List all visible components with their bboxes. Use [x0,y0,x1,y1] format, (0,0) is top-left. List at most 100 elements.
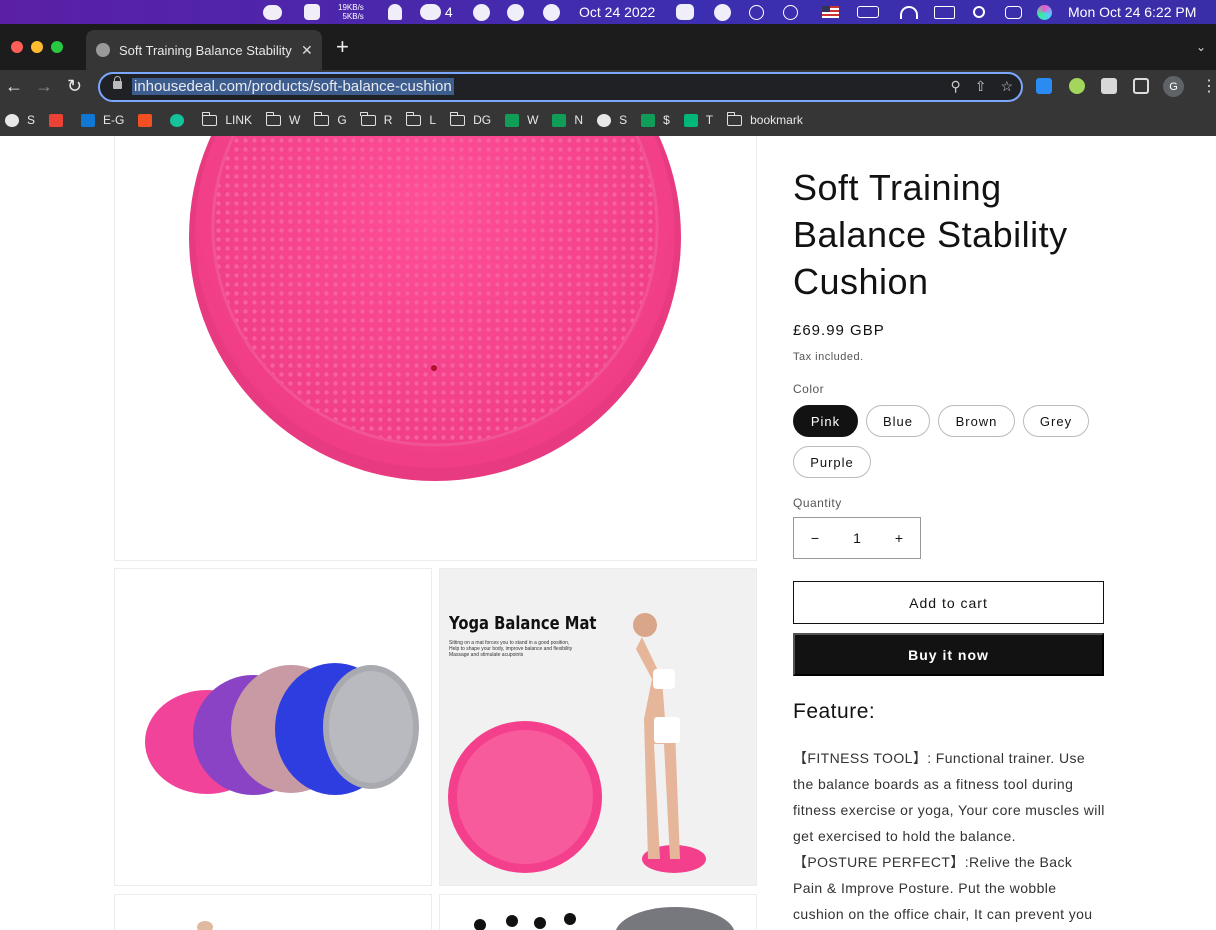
profile-avatar[interactable]: G [1163,76,1184,97]
lock-icon[interactable] [113,76,122,89]
color-option-blue[interactable]: Blue [866,405,930,437]
thumbnail-person-partial[interactable] [114,894,432,930]
quantity-input[interactable]: 1 [836,530,878,546]
navigation-arrow-icon[interactable] [543,0,560,24]
wechat-badge-count: 4 [444,4,453,20]
feature-posture-perfect: 【POSTURE PERFECT】:Relive the Back Pain &… [793,854,1093,922]
time-machine-icon[interactable] [783,0,798,24]
tab-search-chevron-icon[interactable]: ⌄ [1196,40,1206,54]
bookmark-item[interactable]: LINK [201,111,252,127]
bookmark-label: W [527,113,539,127]
share-icon[interactable]: ⇧ [975,78,987,95]
us-flag-icon[interactable] [822,0,839,24]
bookmark-item[interactable]: S [597,113,627,127]
exercise-poses-image [474,907,735,930]
keyboard-icon[interactable] [934,0,955,24]
bookmark-label: $ [663,113,670,127]
bookmark-item[interactable]: DG [449,111,492,127]
bookmark-label: DG [473,113,492,127]
yoga-woman-image [448,613,706,873]
zoom-icon[interactable]: ⚲ [950,78,960,95]
folder-icon [726,111,743,126]
tab-close-icon[interactable]: ✕ [301,42,313,59]
bookmark-item[interactable]: W [505,113,538,127]
green-extension-icon[interactable] [1069,78,1085,94]
tax-note: Tax included. [793,351,864,363]
sheets-icon [505,113,520,127]
main-product-image[interactable] [114,136,757,561]
bookmark-item[interactable]: R [360,111,392,127]
thumbnail-yoga-promo[interactable]: Yoga Balance Mat Sitting on a mat forces… [439,568,757,886]
bookmark-item[interactable]: $ [641,113,670,127]
network-upload-speed: 19KB/s [338,3,364,12]
bookmark-item[interactable]: E-G [81,113,124,127]
active-tab[interactable]: Soft Training Balance Stability Cushion … [86,30,322,70]
cat-app-icon[interactable] [304,0,320,24]
url-text[interactable]: inhousedeal.com/products/soft-balance-cu… [132,78,454,95]
bookmark-item[interactable]: T [683,113,713,127]
bookmark-item[interactable]: N [552,113,583,127]
reload-icon[interactable]: ↻ [67,76,82,96]
color-option-grey[interactable]: Grey [1023,405,1089,437]
star-icon [683,113,698,127]
bookmark-star-icon[interactable]: ☆ [1000,78,1013,95]
sheets-icon [641,113,656,127]
ghost-app-icon[interactable] [388,0,402,24]
folder-icon [265,111,282,126]
bookmark-label: E-G [103,113,125,127]
browser-menu-icon[interactable]: ⋮ [1201,76,1216,96]
globe-icon [96,43,110,57]
folder-icon [360,111,376,126]
bookmark-item[interactable]: W [265,111,301,127]
quantity-decrease-button[interactable]: − [794,530,836,546]
wechat-icon[interactable]: 4 [420,0,453,24]
bookmark-item[interactable] [170,113,192,127]
forward-arrow-icon[interactable]: → [35,76,53,96]
bookmark-item[interactable]: S [5,113,35,127]
close-window-button[interactable] [11,41,23,53]
menubar-date[interactable]: Oct 24 2022 [579,0,655,24]
wifi-icon[interactable] [900,0,918,24]
folder-icon [201,111,218,126]
bookmark-label: W [289,113,301,127]
cow-app-icon[interactable] [714,0,731,24]
play-circle-icon[interactable] [749,0,764,24]
bookmark-item[interactable] [138,113,160,127]
bookmark-label: bookmark [750,113,803,127]
address-bar[interactable]: inhousedeal.com/products/soft-balance-cu… [98,72,1023,102]
sheets-icon [552,113,567,127]
line-app-icon[interactable] [263,0,282,24]
spotlight-search-icon[interactable] [973,0,985,24]
messenger-icon[interactable] [507,0,524,24]
buy-now-button[interactable]: Buy it now [793,633,1104,676]
checkmark-app-icon[interactable] [473,0,490,24]
minimize-window-button[interactable] [31,41,43,53]
bookmark-item[interactable]: bookmark [726,111,803,127]
bookmark-item[interactable]: G [313,111,347,127]
bookmark-item[interactable]: L [405,111,436,127]
new-tab-button[interactable]: + [336,36,349,58]
bookmark-label: S [27,113,36,127]
zoom-window-button[interactable] [51,41,63,53]
bookmark-label: S [619,113,628,127]
color-option-purple[interactable]: Purple [793,446,871,478]
product-page: Yoga Balance Mat Sitting on a mat forces… [0,136,1216,930]
battery-icon[interactable] [857,0,879,24]
siri-icon[interactable] [1037,0,1052,24]
color-option-brown[interactable]: Brown [938,405,1015,437]
bookmark-label: N [574,113,584,127]
script-app-icon[interactable] [676,0,694,24]
back-arrow-icon[interactable]: ← [5,76,23,96]
extensions-puzzle-icon[interactable] [1101,78,1117,94]
control-center-icon[interactable] [1005,0,1022,24]
quantity-increase-button[interactable]: + [878,530,920,546]
menubar-clock[interactable]: Mon Oct 24 6:22 PM [1068,0,1196,24]
colored-cushions-image [145,663,419,795]
download-extension-icon[interactable] [1036,78,1052,94]
add-to-cart-button[interactable]: Add to cart [793,581,1104,624]
side-panel-icon[interactable] [1133,78,1149,94]
thumbnail-exercises-partial[interactable] [439,894,757,930]
color-option-pink[interactable]: Pink [793,405,858,437]
bookmark-item[interactable] [49,113,71,127]
thumbnail-color-variants[interactable] [114,568,432,886]
